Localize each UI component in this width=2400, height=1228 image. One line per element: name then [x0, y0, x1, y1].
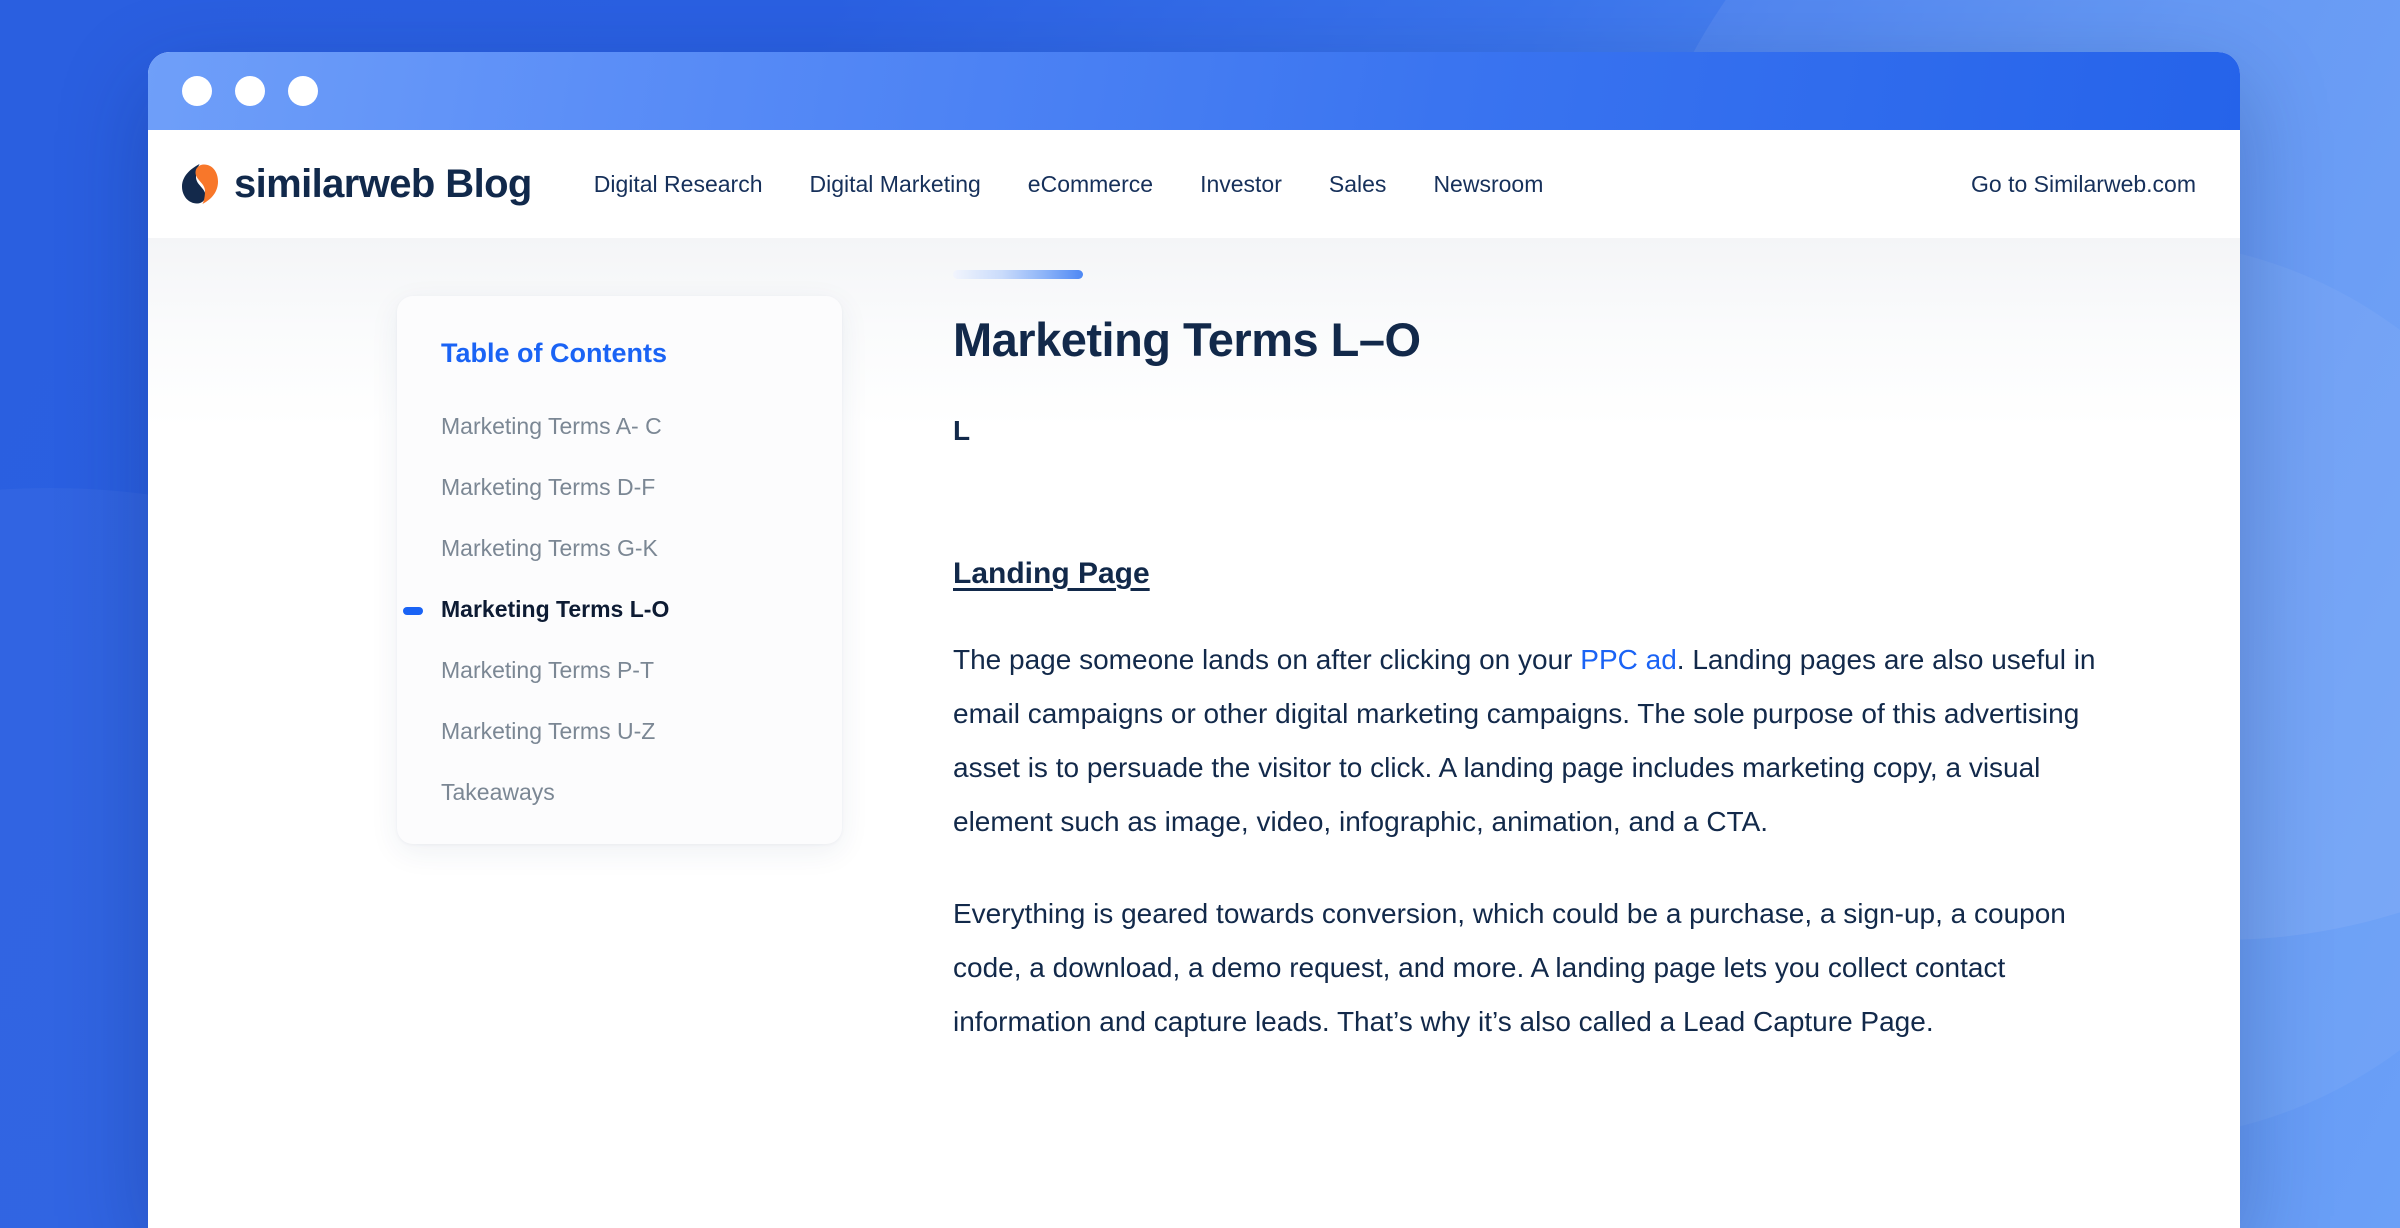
toc-item-takeaways[interactable]: Takeaways [441, 762, 806, 823]
toc-item-marketing-terms-a-c[interactable]: Marketing Terms A- C [441, 396, 806, 457]
toc-item-marketing-terms-u-z[interactable]: Marketing Terms U-Z [441, 701, 806, 762]
site-header: similarweb Blog Digital Research Digital… [148, 130, 2240, 247]
brand-suffix: Blog [445, 161, 532, 206]
nav-item-newsroom[interactable]: Newsroom [1433, 171, 1543, 198]
toc-title: Table of Contents [441, 338, 667, 368]
nav-item-investor[interactable]: Investor [1200, 171, 1282, 198]
site-logo[interactable]: similarweb Blog [180, 162, 532, 207]
toc-active-marker-icon [403, 607, 423, 615]
nav-item-ecommerce[interactable]: eCommerce [1028, 171, 1153, 198]
ppc-ad-link[interactable]: PPC ad [1580, 644, 1677, 675]
similarweb-logo-icon [182, 164, 218, 204]
article-content: Marketing Terms L–O L Landing Page The p… [953, 238, 2133, 1228]
brand-name: similarweb [234, 161, 435, 206]
nav-item-digital-research[interactable]: Digital Research [594, 171, 763, 198]
toc-item-label: Marketing Terms L-O [441, 596, 670, 622]
toc-item-label: Marketing Terms A- C [441, 413, 662, 439]
nav-item-sales[interactable]: Sales [1329, 171, 1387, 198]
window-close-dot[interactable] [182, 76, 212, 106]
toc-item-marketing-terms-d-f[interactable]: Marketing Terms D-F [441, 457, 806, 518]
toc-item-marketing-terms-p-t[interactable]: Marketing Terms P-T [441, 640, 806, 701]
window-minimize-dot[interactable] [235, 76, 265, 106]
page-title: Marketing Terms L–O [953, 313, 1421, 366]
toc-item-label: Marketing Terms D-F [441, 474, 656, 500]
table-of-contents: Table of Contents Marketing Terms A- C M… [397, 296, 842, 844]
page-body: Table of Contents Marketing Terms A- C M… [148, 238, 2240, 1228]
browser-window: similarweb Blog Digital Research Digital… [148, 52, 2240, 1228]
toc-item-label: Takeaways [441, 779, 555, 805]
title-accent-bar [953, 270, 1083, 279]
window-maximize-dot[interactable] [288, 76, 318, 106]
article-paragraph-2: Everything is geared towards conversion,… [953, 898, 2066, 1037]
toc-item-label: Marketing Terms G-K [441, 535, 658, 561]
toc-item-label: Marketing Terms U-Z [441, 718, 656, 744]
nav-item-digital-marketing[interactable]: Digital Marketing [810, 171, 981, 198]
go-to-similarweb-link[interactable]: Go to Similarweb.com [1971, 171, 2196, 198]
toc-item-marketing-terms-l-o[interactable]: Marketing Terms L-O [403, 579, 806, 640]
toc-item-label: Marketing Terms P-T [441, 657, 655, 683]
paragraph-1-lead: The page someone lands on after clicking… [953, 644, 1581, 675]
browser-titlebar [148, 52, 2240, 130]
term-heading-landing-page[interactable]: Landing Page [953, 557, 1150, 591]
brand-title: similarweb Blog [234, 162, 532, 207]
letter-section-heading: L [953, 415, 971, 446]
toc-item-marketing-terms-g-k[interactable]: Marketing Terms G-K [441, 518, 806, 579]
article-paragraph-1: The page someone lands on after clicking… [953, 633, 2133, 849]
main-navigation: Digital Research Digital Marketing eComm… [594, 171, 1544, 198]
